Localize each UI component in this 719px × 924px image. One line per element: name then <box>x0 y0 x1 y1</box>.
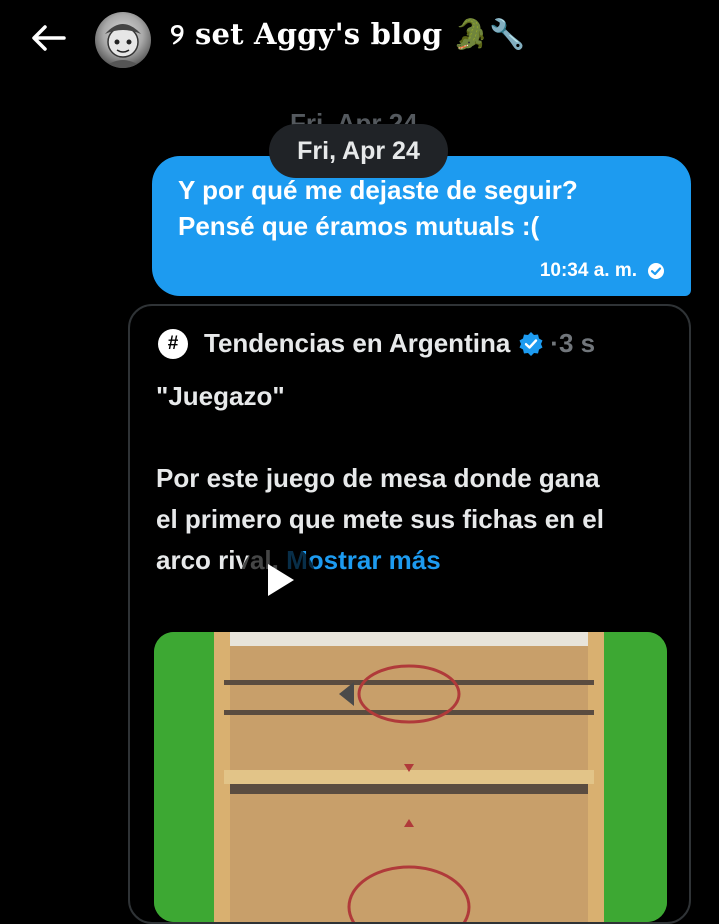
verified-badge-icon <box>519 331 543 356</box>
avatar-drawing <box>103 24 143 68</box>
sent-check-icon <box>648 263 664 279</box>
post-video[interactable] <box>154 632 667 922</box>
message-line-2: Pensé que éramos mutuals :( <box>178 211 540 241</box>
hashtag-avatar-icon[interactable]: # <box>158 328 188 359</box>
video-thumbnail <box>154 632 667 922</box>
post-body: "Juegazo" Por este juego de mesa donde g… <box>156 376 616 581</box>
conversation-title[interactable]: ୨ set Aggy's blog 🐊🔧 <box>170 17 525 52</box>
message-time: 10:34 a. m. <box>539 260 637 281</box>
shared-post-card[interactable]: # Tendencias en Argentina · 3 s "Juegazo… <box>128 304 691 924</box>
post-header: # Tendencias en Argentina · 3 s <box>158 328 595 359</box>
post-account-name[interactable]: Tendencias en Argentina <box>204 328 510 359</box>
date-separator: Fri, Apr 24 <box>269 124 448 178</box>
avatar[interactable] <box>95 12 151 68</box>
post-quote: "Juegazo" <box>156 381 285 411</box>
post-age: 3 s <box>558 328 596 358</box>
title-text: ୨ set Aggy's blog <box>170 17 443 51</box>
arrow-left-icon[interactable] <box>28 20 68 56</box>
message-meta: 10:34 a. m. <box>540 260 665 282</box>
post-separator: · <box>550 328 559 358</box>
chat-header: ୨ set Aggy's blog 🐊🔧 <box>0 0 719 80</box>
title-emoji: 🐊🔧 <box>452 17 526 51</box>
play-icon[interactable] <box>240 542 316 602</box>
